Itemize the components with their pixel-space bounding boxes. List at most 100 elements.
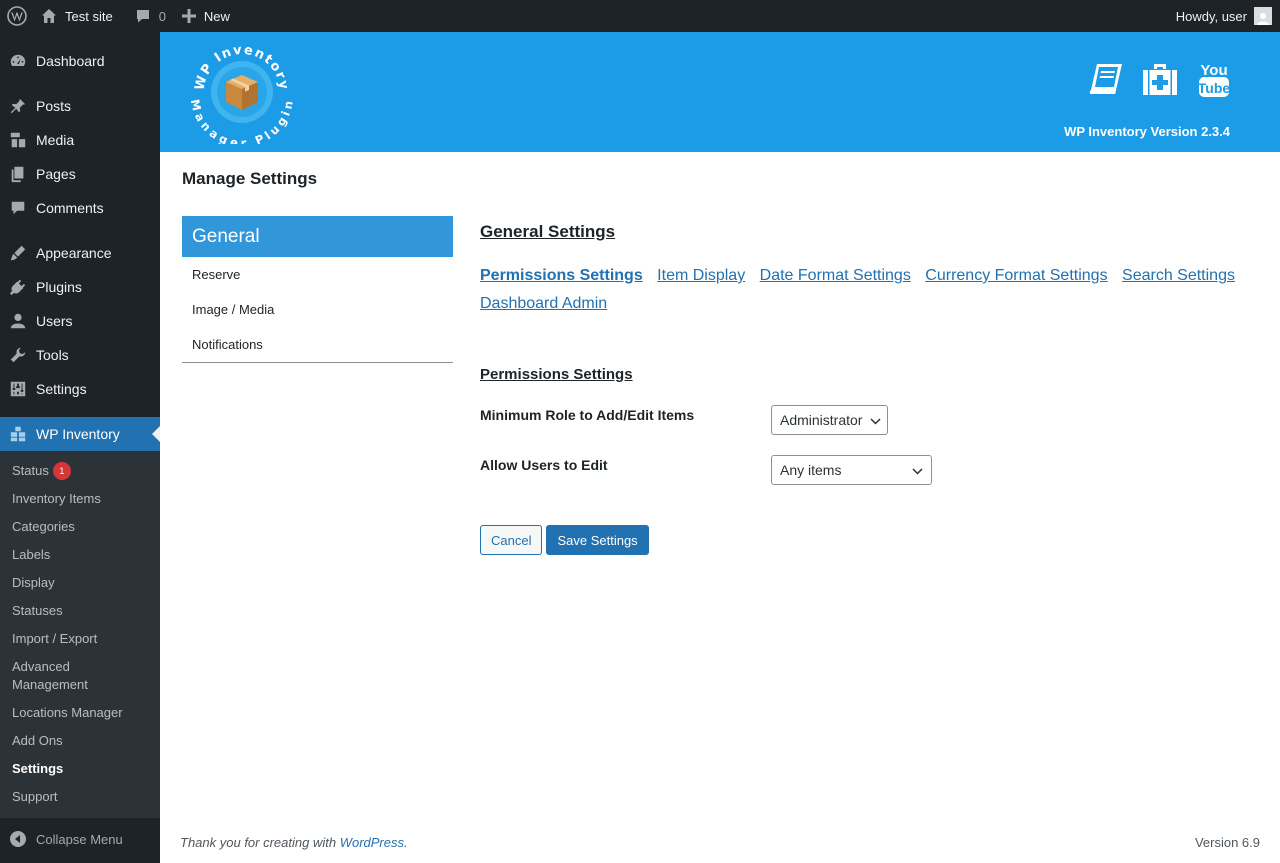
new-label: New <box>203 8 230 24</box>
save-settings-button[interactable]: Save Settings <box>546 525 649 555</box>
chevron-down-icon <box>912 462 923 478</box>
link-date-format-settings[interactable]: Date Format Settings <box>760 267 911 284</box>
link-dashboard-admin[interactable]: Dashboard Admin <box>480 295 607 312</box>
admin-footer: Thank you for creating with WordPress. V… <box>180 835 1260 850</box>
menu-item-plugins[interactable]: Plugins <box>0 270 160 304</box>
collapse-menu-button[interactable]: Collapse Menu <box>0 822 160 856</box>
plugin-header-banner: WP Inventory Manager Plugin YouTube WP I… <box>160 32 1280 152</box>
menu-label: Plugins <box>36 279 82 295</box>
new-content-link[interactable]: New <box>174 0 238 32</box>
menu-item-wp-inventory[interactable]: WP Inventory <box>0 417 160 451</box>
submenu-item-statuses[interactable]: Statuses <box>0 597 160 625</box>
comments-link[interactable]: 0 <box>127 0 174 32</box>
svg-text:Tube: Tube <box>1198 80 1230 96</box>
menu-label: Comments <box>36 200 104 216</box>
settings-nav-reserve[interactable]: Reserve <box>182 257 453 292</box>
menu-item-pages[interactable]: Pages <box>0 157 160 191</box>
plugin-version: WP Inventory Version 2.3.4 <box>1064 124 1230 139</box>
comment-icon <box>8 198 28 218</box>
documentation-book-icon[interactable] <box>1088 60 1124 98</box>
howdy-text: Howdy, user <box>1175 8 1247 24</box>
collapse-label: Collapse Menu <box>36 831 123 847</box>
media-icon <box>8 130 28 150</box>
submenu-item-labels[interactable]: Labels <box>0 541 160 569</box>
menu-label: Pages <box>36 166 76 182</box>
submenu-item-import-export[interactable]: Import / Export <box>0 625 160 653</box>
pin-icon <box>8 96 28 116</box>
wordpress-link[interactable]: WordPress <box>340 835 404 850</box>
form-buttons: Cancel Save Settings <box>480 525 1260 555</box>
submenu-item-display[interactable]: Display <box>0 569 160 597</box>
user-icon <box>8 311 28 331</box>
site-name: Test site <box>65 8 113 24</box>
cancel-button[interactable]: Cancel <box>480 525 543 555</box>
footer-version: Version 6.9 <box>1194 835 1260 850</box>
collapse-arrow-icon <box>10 831 26 847</box>
link-currency-format-settings[interactable]: Currency Format Settings <box>925 267 1107 284</box>
wp-inventory-logo: WP Inventory Manager Plugin <box>188 40 294 150</box>
menu-item-posts[interactable]: Posts <box>0 89 160 123</box>
submenu-item-add-ons[interactable]: Add Ons <box>0 727 160 755</box>
menu-label: Appearance <box>36 245 112 261</box>
submenu-item-settings[interactable]: Settings <box>0 755 160 783</box>
boxes-icon <box>8 424 28 444</box>
minimum-role-value: Administrator <box>780 412 863 428</box>
menu-label: Media <box>36 132 75 148</box>
wordpress-logo-icon[interactable] <box>0 0 33 32</box>
youtube-icon[interactable]: You Tube <box>1196 60 1232 98</box>
sliders-icon <box>8 379 28 399</box>
brush-icon <box>8 243 28 263</box>
pages-icon <box>8 164 28 184</box>
link-search-settings[interactable]: Search Settings <box>1122 267 1235 284</box>
page-title: Manage Settings <box>182 169 318 188</box>
submenu-label: Status <box>12 463 49 478</box>
menu-label: Tools <box>36 347 69 363</box>
home-icon <box>41 8 57 24</box>
minimum-role-select[interactable]: Administrator <box>771 405 888 435</box>
svg-text:You: You <box>1200 62 1227 79</box>
permissions-settings-heading: Permissions Settings <box>480 366 633 383</box>
submenu-item-support[interactable]: Support <box>0 783 160 811</box>
settings-nav-image-media[interactable]: Image / Media <box>182 292 453 327</box>
menu-item-media[interactable]: Media <box>0 123 160 157</box>
menu-label: Users <box>36 313 73 329</box>
menu-label: Posts <box>36 98 72 114</box>
menu-item-users[interactable]: Users <box>0 304 160 338</box>
menu-label: Dashboard <box>36 53 105 69</box>
field-row-minimum-role: Minimum Role to Add/Edit Items Administr… <box>480 405 1260 435</box>
submenu-item-categories[interactable]: Categories <box>0 513 160 541</box>
settings-section-links: Permissions Settings Item Display Date F… <box>480 262 1260 318</box>
minimum-role-label: Minimum Role to Add/Edit Items <box>480 407 695 423</box>
general-settings-heading: General Settings <box>480 222 616 241</box>
field-row-allow-users-edit: Allow Users to Edit Any items <box>480 455 1260 485</box>
site-name-link[interactable]: Test site <box>33 0 121 32</box>
menu-item-settings[interactable]: Settings <box>0 372 160 406</box>
wrench-icon <box>8 345 28 365</box>
allow-users-edit-select[interactable]: Any items <box>771 455 932 485</box>
submenu-item-advanced-management[interactable]: Advanced Management <box>0 653 110 699</box>
menu-item-tools[interactable]: Tools <box>0 338 160 372</box>
link-permissions-settings[interactable]: Permissions Settings <box>480 267 643 284</box>
dashboard-icon <box>8 51 28 71</box>
allow-users-edit-label: Allow Users to Edit <box>480 457 608 473</box>
allow-users-edit-value: Any items <box>780 462 842 478</box>
submenu-item-inventory-items[interactable]: Inventory Items <box>0 485 160 513</box>
menu-label: Settings <box>36 381 87 397</box>
my-account-link[interactable]: Howdy, user <box>1168 0 1280 32</box>
footer-thanks-prefix: Thank you for creating with <box>180 835 340 850</box>
settings-nav: General Reserve Image / Media Notificati… <box>182 216 453 363</box>
submenu-item-status[interactable]: Status 1 <box>0 457 160 485</box>
plus-icon <box>181 9 196 23</box>
menu-item-dashboard[interactable]: Dashboard <box>0 44 160 78</box>
footer-thanks: Thank you for creating with WordPress. <box>180 835 408 850</box>
settings-panel: General Settings Permissions Settings It… <box>480 216 1260 555</box>
settings-nav-general[interactable]: General <box>182 216 453 257</box>
submenu-item-locations-manager[interactable]: Locations Manager <box>0 699 160 727</box>
menu-item-appearance[interactable]: Appearance <box>0 236 160 270</box>
settings-nav-notifications[interactable]: Notifications <box>182 327 453 362</box>
menu-label: WP Inventory <box>36 426 120 442</box>
support-medkit-icon[interactable] <box>1142 60 1178 98</box>
comments-count: 0 <box>158 8 166 24</box>
menu-item-comments[interactable]: Comments <box>0 191 160 225</box>
link-item-display[interactable]: Item Display <box>657 267 745 284</box>
